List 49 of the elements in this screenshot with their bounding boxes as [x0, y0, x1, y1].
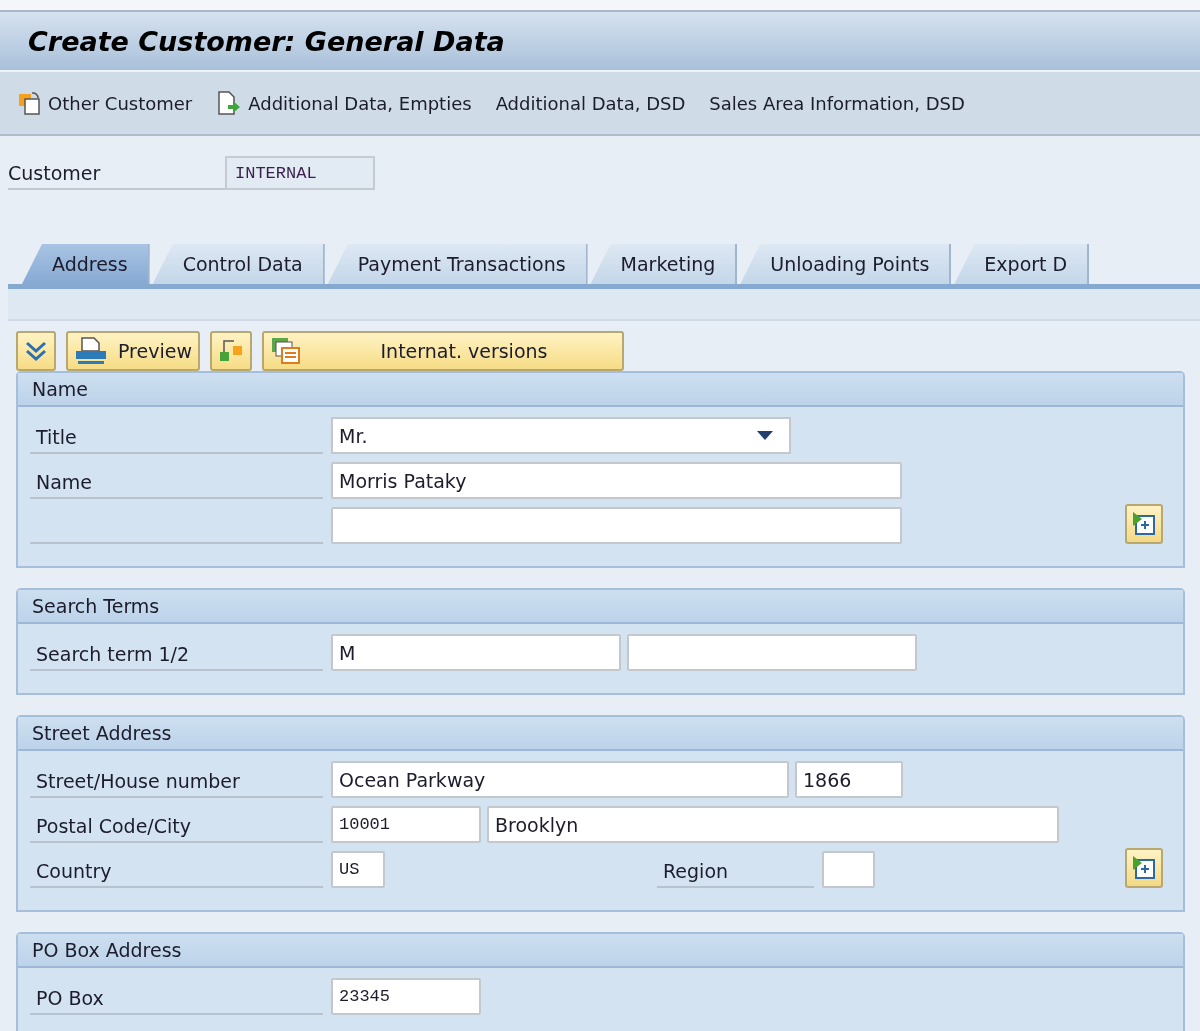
- more-fields-button[interactable]: [1125, 504, 1163, 544]
- field-label: Title: [30, 426, 323, 454]
- preview-button[interactable]: Preview: [66, 331, 200, 371]
- copy-document-icon: [18, 90, 42, 116]
- tab[interactable]: Unloading Points: [740, 244, 952, 284]
- toolbar-button[interactable]: Sales Area Information, DSD: [709, 92, 965, 114]
- field-label: Country: [30, 860, 323, 888]
- field-label: Street/House number: [30, 770, 323, 798]
- expand-fields-icon: [1131, 510, 1157, 538]
- printer-icon: [74, 336, 108, 366]
- title-dropdown[interactable]: Mr.: [331, 417, 791, 454]
- input-field[interactable]: 23345: [331, 978, 481, 1015]
- expand-button[interactable]: [16, 331, 56, 371]
- input-field[interactable]: M: [331, 634, 621, 671]
- toolbar-button[interactable]: Additional Data, Empties: [216, 90, 472, 116]
- input-field[interactable]: Ocean Parkway: [331, 761, 789, 798]
- chevrons-down-icon: [24, 339, 48, 363]
- input-field[interactable]: Morris Pataky: [331, 462, 902, 499]
- panel-header: Name: [18, 373, 1183, 407]
- panel-header: PO Box Address: [18, 934, 1183, 968]
- expand-fields-icon: [1131, 854, 1157, 882]
- versions-button[interactable]: Internat. versions: [261, 331, 624, 371]
- tab[interactable]: Control Data: [152, 244, 325, 284]
- field-label: Name: [30, 471, 323, 499]
- field-label: Region: [657, 860, 814, 888]
- input-field[interactable]: [822, 851, 875, 888]
- input-field[interactable]: Brooklyn: [487, 806, 1059, 843]
- windows-stack-icon: [269, 336, 302, 366]
- toolbar-button[interactable]: Other Customer: [18, 90, 193, 116]
- input-field[interactable]: [331, 507, 902, 544]
- hierarchy-button[interactable]: [209, 331, 252, 371]
- toolbar-button[interactable]: Additional Data, DSD: [495, 92, 686, 114]
- field-label: Postal Code/City: [30, 815, 323, 843]
- panel-header: Street Address: [18, 717, 1183, 751]
- input-field[interactable]: [627, 634, 917, 671]
- customer-field[interactable]: INTERNAL: [225, 156, 375, 190]
- input-field[interactable]: 10001: [331, 806, 481, 843]
- tab[interactable]: Payment Transactions: [327, 244, 588, 284]
- window-title: Create Customer: General Data: [28, 25, 505, 57]
- tab[interactable]: Address: [22, 244, 150, 284]
- input-field[interactable]: 1866: [795, 761, 903, 798]
- panel-header: Search Terms: [18, 590, 1183, 624]
- input-field[interactable]: US: [331, 851, 385, 888]
- field-label: Search term 1/2: [30, 643, 323, 671]
- field-label: PO Box: [30, 987, 323, 1015]
- dropdown-caret-icon: [757, 431, 773, 440]
- more-fields-button[interactable]: [1125, 848, 1163, 888]
- tab[interactable]: Export D: [954, 244, 1090, 284]
- tab[interactable]: Marketing: [590, 244, 738, 284]
